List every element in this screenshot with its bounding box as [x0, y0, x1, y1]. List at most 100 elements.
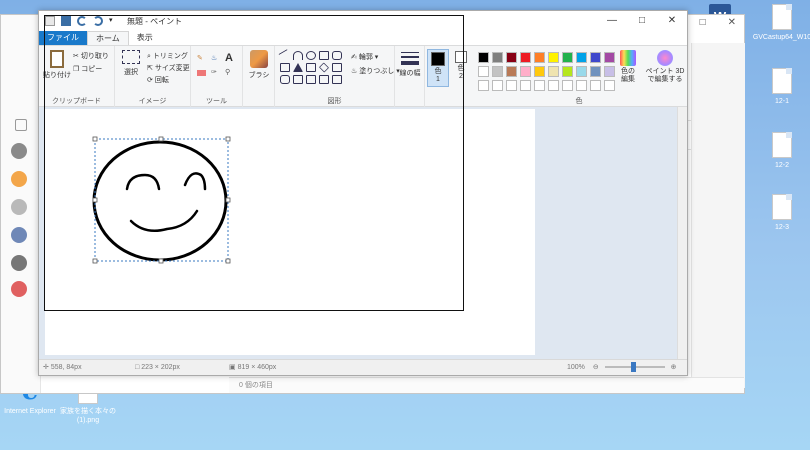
user-icon[interactable]	[11, 143, 27, 159]
desktop-icon-gvcastup[interactable]: GVCastup64_W10	[752, 4, 810, 42]
tab-view[interactable]: 表示	[129, 31, 161, 45]
tab-file[interactable]: ファイル	[39, 31, 87, 45]
app-icon-orange[interactable]	[11, 171, 27, 187]
outline-dropdown[interactable]: ✍ 輪郭 ▾	[351, 52, 378, 62]
color-swatch[interactable]	[604, 80, 615, 91]
app-icon-red[interactable]	[11, 281, 27, 297]
vertical-scrollbar[interactable]	[677, 107, 687, 361]
eraser-tool[interactable]	[197, 70, 206, 78]
color-swatch[interactable]	[478, 52, 489, 63]
paint3d-button[interactable]: ペイント 3D で編集する	[645, 50, 685, 84]
curve-shape-icon[interactable]	[293, 51, 303, 60]
triangle-shape-icon[interactable]	[293, 63, 303, 72]
color-swatch[interactable]	[534, 66, 545, 77]
color-swatch[interactable]	[520, 52, 531, 63]
color-swatch[interactable]	[492, 66, 503, 77]
text-tool[interactable]: A	[225, 52, 233, 64]
copy-button[interactable]: ❐ コピー	[73, 64, 102, 74]
zoom-out-button[interactable]: ⊖	[593, 364, 599, 371]
arrow-right-shape-icon[interactable]	[293, 75, 303, 84]
color-swatch[interactable]	[576, 80, 587, 91]
maximize-button[interactable]: □	[627, 11, 657, 31]
color-swatch[interactable]	[506, 66, 517, 77]
color-swatch[interactable]	[548, 80, 559, 91]
save-icon[interactable]	[61, 16, 71, 26]
color-swatch[interactable]	[604, 52, 615, 63]
color-swatch[interactable]	[548, 52, 559, 63]
desktop-icon-12-1[interactable]: 12-1	[752, 68, 810, 106]
color-swatch[interactable]	[520, 80, 531, 91]
edit-colors-button[interactable]: 色の 編集	[615, 50, 641, 84]
drawing-canvas[interactable]	[45, 109, 535, 355]
color-swatch[interactable]	[478, 80, 489, 91]
color-swatch[interactable]	[576, 66, 587, 77]
color-swatch[interactable]	[492, 52, 503, 63]
color-swatch[interactable]	[534, 52, 545, 63]
desktop-icon-12-2[interactable]: 12-2	[752, 132, 810, 170]
color-swatch[interactable]	[604, 66, 615, 77]
color-palette[interactable]	[478, 52, 615, 91]
diamond-shape-icon[interactable]	[318, 62, 330, 73]
pencil-tool[interactable]: ✎	[197, 54, 203, 62]
app-icon-gray[interactable]	[11, 199, 27, 215]
app-icon-dark[interactable]	[11, 255, 27, 271]
brushes-button[interactable]: ブラシ	[245, 50, 273, 80]
color-swatch[interactable]	[520, 66, 531, 77]
zoom-slider-thumb[interactable]	[630, 362, 636, 373]
undo-icon[interactable]	[77, 16, 87, 26]
color-swatch[interactable]	[506, 52, 517, 63]
color-swatch[interactable]	[590, 80, 601, 91]
color-swatch[interactable]	[492, 80, 503, 91]
cut-button[interactable]: ✂ 切り取り	[73, 51, 109, 61]
color-picker-tool[interactable]: ✑	[211, 68, 217, 76]
arrow-left-shape-icon[interactable]	[306, 75, 316, 84]
close-button[interactable]: ✕	[657, 11, 687, 31]
color1-button[interactable]: 色 1	[427, 49, 449, 87]
polygon-shape-icon[interactable]	[280, 63, 290, 72]
pentagon-shape-icon[interactable]	[332, 63, 342, 72]
size-dropdown[interactable]: 線の幅	[397, 52, 423, 78]
rectangle-shape-icon[interactable]	[319, 51, 329, 60]
color-swatch[interactable]	[590, 66, 601, 77]
desktop-icon-12-3[interactable]: 12-3	[752, 194, 810, 232]
home-icon[interactable]	[15, 119, 27, 131]
color-swatch[interactable]	[590, 52, 601, 63]
color-swatch[interactable]	[562, 80, 573, 91]
shape-gallery[interactable]	[278, 49, 342, 84]
color-swatch[interactable]	[506, 80, 517, 91]
color2-button[interactable]: 色 2	[451, 49, 471, 83]
close-icon[interactable]: ✕	[728, 17, 736, 28]
arrow-up-shape-icon[interactable]	[319, 75, 329, 84]
arrow-down-shape-icon[interactable]	[332, 75, 342, 84]
magnifier-tool[interactable]: ⚲	[225, 68, 230, 76]
zoom-in-button[interactable]: ⊕	[671, 364, 677, 371]
color-swatch[interactable]	[562, 66, 573, 77]
color-swatch[interactable]	[562, 52, 573, 63]
right-triangle-shape-icon[interactable]	[306, 63, 316, 72]
rotate-button[interactable]: ⟳ 回転	[147, 75, 169, 85]
crop-button[interactable]: ⌕ トリミング	[147, 51, 188, 61]
select-button[interactable]: 選択	[119, 50, 143, 77]
rounded-rectangle-shape-icon[interactable]	[332, 51, 342, 60]
redo-icon[interactable]	[93, 16, 103, 26]
resize-button[interactable]: ⇱ サイズ変更	[147, 63, 190, 73]
fill-dropdown[interactable]: ♨ 塗りつぶし ▾	[351, 66, 400, 76]
color-swatch[interactable]	[534, 80, 545, 91]
oval-shape-icon[interactable]	[306, 51, 316, 60]
color-swatch[interactable]	[576, 52, 587, 63]
zoom-slider[interactable]	[604, 362, 665, 373]
color-swatch[interactable]	[478, 66, 489, 77]
fill-tool[interactable]: ♨	[211, 54, 217, 62]
line-shape-icon[interactable]	[278, 49, 292, 62]
tab-home[interactable]: ホーム	[87, 31, 129, 45]
paste-button[interactable]: 貼り付け	[43, 50, 71, 80]
app-icon-blue[interactable]	[11, 227, 27, 243]
hexagon-shape-icon[interactable]	[280, 75, 290, 84]
maximize-icon[interactable]: □	[700, 17, 706, 28]
color-swatch[interactable]	[548, 66, 559, 77]
paint-status-bar: ✛ 558, 84px □ 223 × 202px ▣ 819 × 460px …	[39, 359, 687, 375]
background-right-panel	[691, 43, 745, 388]
file-icon	[772, 4, 792, 30]
minimize-button[interactable]: —	[597, 11, 627, 31]
customize-quick-access-icon[interactable]: ▾	[109, 16, 119, 26]
